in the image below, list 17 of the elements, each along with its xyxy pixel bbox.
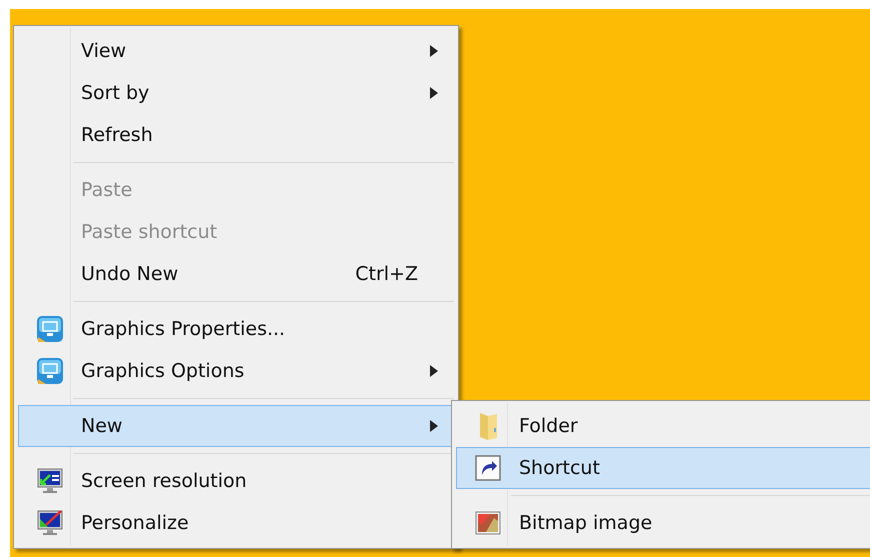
submenu-arrow-icon [430, 45, 438, 57]
menu-item[interactable]: Folder [456, 405, 870, 447]
menu-item[interactable]: Refresh [18, 114, 455, 156]
menu-item[interactable]: Sort by [18, 72, 455, 114]
menu-item[interactable]: Screen resolution [18, 460, 455, 502]
submenu-arrow-icon [430, 87, 438, 99]
menu-item[interactable]: Bitmap image [456, 502, 870, 544]
menu-item[interactable]: View [18, 30, 455, 72]
submenu-arrow-icon [430, 365, 438, 377]
menu-item[interactable]: Personalize [18, 502, 455, 544]
monitor-icon [34, 355, 66, 387]
menu-item[interactable]: Undo New Ctrl+Z [18, 253, 455, 295]
menu-item[interactable]: Shortcut [456, 447, 870, 489]
monitor-icon [34, 313, 66, 345]
menu-item[interactable]: Graphics Properties... [18, 308, 455, 350]
menu-item[interactable]: Graphics Options [18, 350, 455, 392]
submenu-arrow-icon [430, 420, 438, 432]
